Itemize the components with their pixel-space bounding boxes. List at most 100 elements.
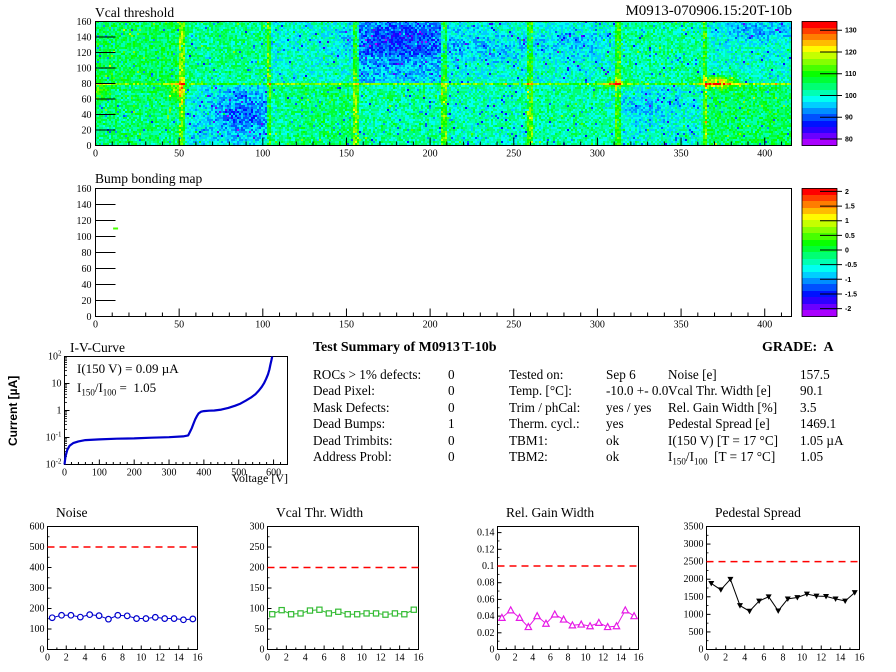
- bump-map-colorbar-tick: -1: [845, 277, 851, 284]
- noise-plot-xtick: 4: [83, 653, 88, 664]
- gain-width-plot-ytick: 0.12: [477, 544, 495, 555]
- bump-map-xtick: 400: [757, 320, 772, 331]
- iv-ytick: 10-1: [46, 431, 62, 444]
- vcal-colorbar: [802, 21, 837, 146]
- pedestal-plot-xtick: 0: [704, 653, 709, 664]
- iv-y-axis-label: Current [µA]: [6, 375, 20, 447]
- pedestal-plot-marker: [717, 587, 724, 593]
- noise-plot-xtick: 14: [174, 653, 184, 664]
- summary-col-conditions: Tested on: Sep 6 Temp. [°C]: -10.0 +- 0.0 …: [509, 367, 669, 465]
- vcal-map-ytick: 160: [77, 17, 92, 28]
- bump-defect-mark: [113, 227, 119, 230]
- bump-map-colorbar-tick: 0.5: [845, 233, 855, 240]
- summary-row: Therm. cycl.: yes: [509, 416, 624, 432]
- vcal-map-ytick: 140: [77, 33, 92, 44]
- vcal-map-colorbar-tick: 80: [845, 136, 853, 143]
- summary-subtitle: T-10b: [462, 340, 497, 355]
- noise-plot-xtick: 0: [45, 653, 50, 664]
- grade-value: A: [823, 340, 834, 355]
- gain-width-plot-xtick: 12: [598, 653, 608, 664]
- gain-width-plot-ytick: 0: [490, 645, 495, 656]
- pedestal-plot-ytick: 2500: [684, 557, 704, 568]
- noise-plot-xtick: 16: [193, 653, 203, 664]
- vcal-width-plot-ytick: 250: [250, 542, 265, 553]
- summary-row: I(150 V) [T = 17 °C] 1.05 µA: [668, 432, 844, 448]
- vcal-width-plot-xtick: 6: [322, 653, 327, 664]
- pedestal-plot-xtick: 12: [816, 653, 826, 664]
- vcal-map-xtick: 0: [93, 149, 98, 160]
- iv-xtick: 200: [127, 468, 142, 479]
- pedestal-plot-marker: [736, 603, 743, 609]
- gain-width-plot-ytick: 0.14: [477, 528, 495, 539]
- vcal-width-plot-marker: [306, 607, 314, 614]
- vcal-width-plot-ytick: 150: [250, 583, 265, 594]
- vcal-width-plot-marker: [353, 611, 361, 618]
- bump-map-ytick: 100: [77, 232, 92, 243]
- summary-row: Dead Bumps: 1: [313, 416, 455, 432]
- vcal-width-plot-marker: [344, 611, 351, 618]
- iv-xtick: 0: [62, 468, 67, 479]
- gain-width-plot-marker: [541, 618, 551, 627]
- vcal-map-xtick: 100: [255, 149, 270, 160]
- vcal-width-plot-xtick: 0: [265, 653, 270, 664]
- bump-map-xtick: 50: [174, 320, 184, 331]
- summary-row: Rel. Gain Width [%] 3.5: [668, 399, 817, 415]
- vcal-threshold-heatmap: [95, 21, 792, 146]
- vcal-map-xtick: 150: [339, 149, 354, 160]
- gain-width-plot-marker: [621, 605, 630, 614]
- pedestal-plot-marker: [842, 598, 849, 605]
- gain-width-plot-marker: [568, 620, 577, 629]
- gain-width-plot-marker: [497, 613, 507, 621]
- summary-row: Temp. [°C]: -10.0 +- 0.0: [509, 383, 669, 399]
- gain-width-plot-marker: [550, 609, 559, 618]
- gain-width-plot-xtick: 16: [634, 653, 644, 664]
- noise-plot-marker: [67, 611, 75, 619]
- noise-plot-marker: [142, 615, 150, 622]
- summary-row: Dead Trimbits: 0: [313, 432, 455, 448]
- summary-row: ROCs > 1% defects: 0: [313, 367, 455, 382]
- bump-map-ytick: 40: [82, 280, 92, 291]
- vcal-map-xtick: 250: [506, 149, 521, 160]
- summary-title: Test Summary of M0913: [313, 340, 460, 355]
- noise-plot-ytick: 100: [30, 624, 45, 635]
- bump-map-frame: [95, 188, 792, 317]
- pedestal-plot-marker: [756, 598, 763, 605]
- summary-col-defects: ROCs > 1% defects: 0 Dead Pixel: 0 Mask De…: [313, 367, 498, 465]
- vcal-map-colorbar-tick: 110: [845, 71, 856, 78]
- summary-row: Dead Pixel: 0: [313, 383, 455, 399]
- vcal-width-plot-xtick: 16: [414, 653, 424, 664]
- vcal-map-colorbar-tick: 130: [845, 28, 857, 35]
- pedestal-plot-ytick: 1500: [684, 592, 704, 603]
- pedestal-plot-marker: [727, 576, 734, 583]
- bump-colorbar: [802, 188, 837, 317]
- bump-map-colorbar-tick: 2: [845, 189, 849, 196]
- vcal-map-title: Vcal threshold: [95, 5, 175, 20]
- iv-curve-title: I-V-Curve: [70, 340, 125, 355]
- pedestal-plot-marker: [784, 596, 791, 602]
- bump-map-xtick: 100: [255, 320, 270, 331]
- gain-width-plot-marker: [506, 605, 515, 614]
- bump-map-colorbar-tick: -2: [845, 306, 851, 313]
- gain-width-plot-marker: [532, 611, 542, 620]
- vcal-map-ytick: 120: [77, 48, 92, 59]
- pedestal-plot-marker: [765, 594, 772, 600]
- vcal-width-plot-xtick: 12: [376, 653, 386, 664]
- noise-plot-marker: [95, 612, 103, 620]
- summary-row: Vcal Thr. Width [e] 90.1: [668, 383, 824, 399]
- iv-xtick: 300: [162, 468, 177, 479]
- pedestal-plot-marker: [746, 608, 753, 615]
- pedestal-plot-xtick: 8: [781, 653, 786, 664]
- vcal-width-plot-xtick: 2: [284, 653, 289, 664]
- summary-col-results: Noise [e] 157.5 Vcal Thr. Width [e] 90.1 R…: [668, 367, 893, 470]
- bump-map-xtick: 300: [590, 320, 605, 331]
- vcal-map-xtick: 300: [590, 149, 605, 160]
- vcal-width-plot-series-line: [272, 609, 415, 616]
- noise-plot-xtick: 10: [136, 653, 146, 664]
- gain-width-plot-ytick: 0.02: [477, 628, 495, 639]
- noise-plot-series-line: [52, 614, 193, 621]
- vcal-width-plot-ytick: 50: [255, 624, 265, 635]
- pedestal-plot-xtick: 16: [855, 653, 865, 664]
- bump-map-xtick: 250: [506, 320, 521, 331]
- noise-plot-ytick: 500: [30, 542, 45, 553]
- pedestal-plot-marker: [813, 593, 820, 600]
